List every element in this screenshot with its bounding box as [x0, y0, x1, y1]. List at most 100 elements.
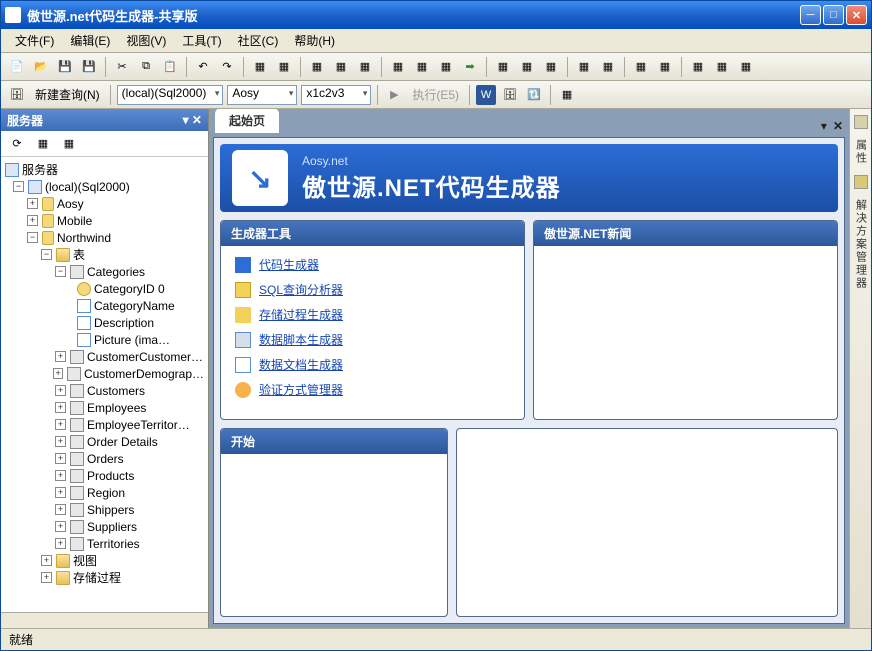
properties-tab[interactable]: 属性: [853, 139, 869, 165]
tree-table[interactable]: +Region: [5, 484, 204, 501]
tree-server[interactable]: (local)(Sql2000): [45, 180, 130, 194]
server-dropdown[interactable]: (local)(Sql2000): [117, 85, 224, 105]
tree-table[interactable]: +Suppliers: [5, 518, 204, 535]
tool-icon-13[interactable]: ▦: [598, 57, 618, 77]
tree-table[interactable]: +EmployeeTerritor…: [5, 416, 204, 433]
menu-community[interactable]: 社区(C): [230, 29, 287, 52]
expand-icon[interactable]: −: [55, 266, 66, 277]
expand-icon[interactable]: +: [55, 487, 66, 498]
tool-icon-1[interactable]: ▦: [250, 57, 270, 77]
tree-col[interactable]: CategoryID 0: [94, 282, 165, 296]
tree-table[interactable]: +Orders: [5, 450, 204, 467]
expand-icon[interactable]: +: [55, 521, 66, 532]
expand-icon[interactable]: −: [41, 249, 52, 260]
expand-icon[interactable]: +: [55, 538, 66, 549]
tool-icon-3[interactable]: ▦: [307, 57, 327, 77]
link-sql-analyzer[interactable]: SQL查询分析器: [235, 281, 510, 298]
tree-db-mobile[interactable]: Mobile: [57, 214, 92, 228]
tool-icon-8[interactable]: ▦: [436, 57, 456, 77]
expand-icon[interactable]: +: [55, 504, 66, 515]
tool-icon-11[interactable]: ▦: [541, 57, 561, 77]
tree-views[interactable]: 视图: [73, 552, 97, 569]
tree-table[interactable]: +Territories: [5, 535, 204, 552]
expand-icon[interactable]: +: [55, 402, 66, 413]
expand-icon[interactable]: +: [27, 198, 38, 209]
tree-db-aosy[interactable]: Aosy: [57, 197, 84, 211]
refresh-icon[interactable]: 🔃: [524, 85, 544, 105]
tab-dropdown-icon[interactable]: ▾: [821, 119, 827, 133]
tool-icon-15[interactable]: ▦: [655, 57, 675, 77]
misc-icon[interactable]: ▦: [557, 85, 577, 105]
tool-icon-18[interactable]: ▦: [736, 57, 756, 77]
link-code-gen[interactable]: 代码生成器: [235, 256, 510, 273]
maximize-button[interactable]: □: [823, 5, 844, 25]
tool-icon-16[interactable]: ▦: [688, 57, 708, 77]
titlebar[interactable]: 傲世源.net代码生成器-共享版 ─ □ ✕: [1, 1, 871, 29]
tree-table-categories[interactable]: Categories: [87, 265, 145, 279]
tree-db-northwind[interactable]: Northwind: [57, 231, 111, 245]
undo-icon[interactable]: ↶: [193, 57, 213, 77]
open-icon[interactable]: 📂: [31, 57, 51, 77]
tree-table[interactable]: +Shippers: [5, 501, 204, 518]
expand-icon[interactable]: +: [27, 215, 38, 226]
link-proc-gen[interactable]: 存储过程生成器: [235, 306, 510, 323]
panel-btn-3[interactable]: ▦: [59, 134, 79, 154]
expand-icon[interactable]: +: [55, 453, 66, 464]
execute-button[interactable]: 执行(E5): [408, 86, 463, 103]
copy-icon[interactable]: ⧉: [136, 57, 156, 77]
expand-icon[interactable]: +: [53, 368, 64, 379]
tool-icon-2[interactable]: ▦: [274, 57, 294, 77]
tool-icon-14[interactable]: ▦: [631, 57, 651, 77]
solution-tab[interactable]: 解决方案管理器: [853, 199, 869, 290]
cut-icon[interactable]: ✂: [112, 57, 132, 77]
tool-icon-5[interactable]: ▦: [355, 57, 375, 77]
word-icon[interactable]: W: [476, 85, 496, 105]
redo-icon[interactable]: ↷: [217, 57, 237, 77]
menu-help[interactable]: 帮助(H): [286, 29, 343, 52]
link-doc-gen[interactable]: 数据文档生成器: [235, 356, 510, 373]
tree-procs[interactable]: 存储过程: [73, 569, 121, 586]
tree-tables[interactable]: 表: [73, 246, 85, 263]
tree-col[interactable]: CategoryName: [94, 299, 175, 313]
panel-btn-1[interactable]: ⟳: [7, 134, 27, 154]
server-tree[interactable]: 服务器 −(local)(Sql2000) +Aosy +Mobile −Nor…: [1, 157, 208, 612]
tool-icon-6[interactable]: ▦: [388, 57, 408, 77]
tree-table[interactable]: +Products: [5, 467, 204, 484]
tree-table[interactable]: +CustomerCustomer…: [5, 348, 204, 365]
tool-icon-7[interactable]: ▦: [412, 57, 432, 77]
menu-view[interactable]: 视图(V): [118, 29, 174, 52]
tool-icon-4[interactable]: ▦: [331, 57, 351, 77]
tool-icon-12[interactable]: ▦: [574, 57, 594, 77]
pin-icon[interactable]: ▾ ✕: [183, 113, 202, 127]
saveall-icon[interactable]: 💾: [79, 57, 99, 77]
tree-root[interactable]: 服务器: [22, 161, 58, 178]
menu-tools[interactable]: 工具(T): [174, 29, 229, 52]
tree-col[interactable]: Description: [94, 316, 154, 330]
pass-dropdown[interactable]: x1c2v3: [301, 85, 371, 105]
tool-icon-9[interactable]: ▦: [493, 57, 513, 77]
expand-icon[interactable]: −: [27, 232, 38, 243]
close-button[interactable]: ✕: [846, 5, 867, 25]
tool-icon-17[interactable]: ▦: [712, 57, 732, 77]
panel-header[interactable]: 服务器 ▾ ✕: [1, 109, 208, 131]
tree-table[interactable]: +Employees: [5, 399, 204, 416]
user-dropdown[interactable]: Aosy: [227, 85, 297, 105]
panel-btn-2[interactable]: ▦: [33, 134, 53, 154]
tree-scrollbar[interactable]: [1, 612, 208, 628]
expand-icon[interactable]: +: [55, 385, 66, 396]
tab-close-button[interactable]: ✕: [833, 119, 843, 133]
tool-icon-10[interactable]: ▦: [517, 57, 537, 77]
tree-table[interactable]: +Customers: [5, 382, 204, 399]
expand-icon[interactable]: +: [55, 436, 66, 447]
expand-icon[interactable]: −: [13, 181, 24, 192]
expand-icon[interactable]: +: [55, 470, 66, 481]
menu-file[interactable]: 文件(F): [7, 29, 62, 52]
paste-icon[interactable]: 📋: [160, 57, 180, 77]
link-script-gen[interactable]: 数据脚本生成器: [235, 331, 510, 348]
tree-col[interactable]: Picture (ima…: [94, 333, 170, 347]
table-icon[interactable]: 🗄: [500, 85, 520, 105]
save-icon[interactable]: 💾: [55, 57, 75, 77]
expand-icon[interactable]: +: [41, 572, 52, 583]
new-query-button[interactable]: 新建查询(N): [31, 86, 104, 103]
execute-icon[interactable]: ▶: [384, 85, 404, 105]
